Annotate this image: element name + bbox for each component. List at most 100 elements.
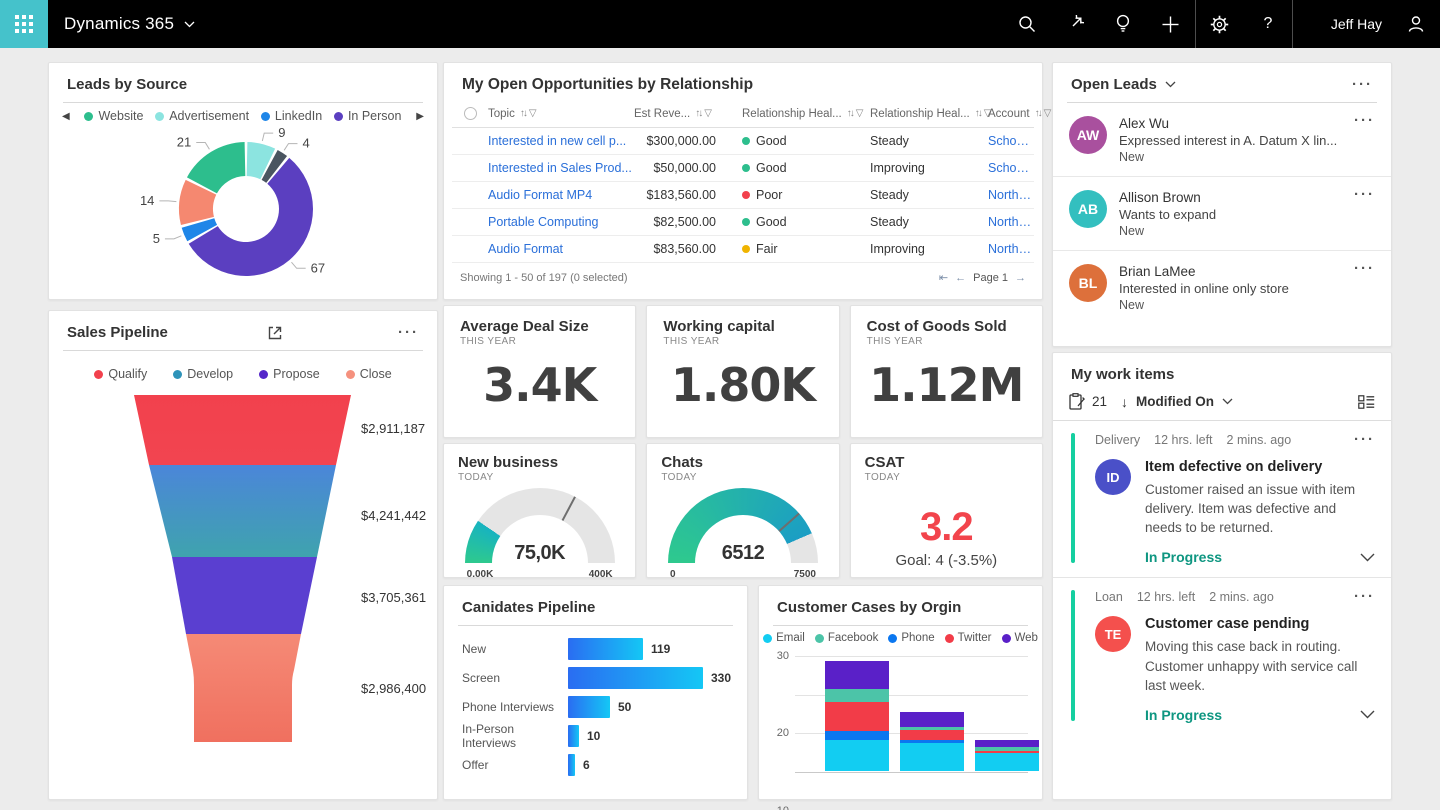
insights-button[interactable] [1099,0,1147,48]
customer-cases-stacked-chart[interactable]: 3020100 [769,656,1028,786]
sort-by-selector[interactable]: Modified On [1136,394,1214,409]
gauge-chart[interactable]: 75,0K 0.00K 400K [465,488,615,580]
settings-button[interactable] [1196,0,1244,48]
lead-list-item[interactable]: AB Allison Brown Wants to expand New ··· [1053,177,1391,251]
sort-icon[interactable]: ↑↓ [847,108,853,119]
legend-item-propose[interactable]: Propose [259,367,320,381]
funnel-stage-develop[interactable] [149,465,336,557]
filter-icon[interactable]: ▽ [1044,108,1052,119]
stack-segment-email[interactable] [900,743,964,771]
legend-item-twitter[interactable]: Twitter [945,632,992,644]
funnel-stage-propose[interactable] [172,557,317,634]
work-item-title[interactable]: Customer case pending [1145,616,1375,632]
next-page-icon[interactable]: → [1015,272,1026,284]
expand-button[interactable] [1360,553,1375,562]
legend-item-close[interactable]: Close [346,367,392,381]
leads-donut-chart[interactable]: 946751421 [49,125,439,285]
filter-icon[interactable]: ▽ [704,108,712,119]
stack-segment-facebook[interactable] [825,689,889,702]
bar[interactable] [568,725,579,747]
funnel-stage-close[interactable] [186,634,301,742]
table-row[interactable]: Audio Format $83,560.00 Fair Improving N… [452,236,1034,263]
account-link[interactable]: Northwind Trad... [988,242,1034,256]
topic-link[interactable]: Interested in Sales Prod... [488,161,634,175]
column-header-topic[interactable]: Topic↑↓▽ [488,108,634,120]
chevron-down-icon[interactable] [1165,81,1176,88]
stack-segment-twitter[interactable] [900,730,964,739]
sales-funnel-chart[interactable]: $2,911,187$4,241,442$3,705,361$2,986,400 [49,385,439,765]
legend-item-qualify[interactable]: Qualify [94,367,147,381]
legend-item-website[interactable]: Website [84,109,143,123]
app-switcher-chevron-icon[interactable] [184,21,195,28]
prev-page-icon[interactable]: ← [955,272,966,284]
user-name[interactable]: Jeff Hay [1331,16,1382,32]
app-launcher-button[interactable] [0,0,48,48]
work-item-title[interactable]: Item defective on delivery [1145,459,1375,475]
account-button[interactable] [1392,0,1440,48]
table-row[interactable]: Portable Computing $82,500.00 Good Stead… [452,209,1034,236]
bar[interactable] [568,696,610,718]
lead-name[interactable]: Allison Brown [1119,190,1354,205]
filter-icon[interactable]: ▽ [856,108,864,119]
legend-item-in-person[interactable]: In Person [334,109,402,123]
account-link[interactable]: Northwind Trad... [988,215,1034,229]
create-new-button[interactable] [1147,0,1195,48]
stacked-bar[interactable] [825,661,889,771]
sort-descending-icon[interactable]: ↓ [1121,394,1128,410]
lead-more-button[interactable]: ··· [1354,264,1375,312]
account-link[interactable]: School of Fine Art [988,134,1034,148]
legend-item-develop[interactable]: Develop [173,367,233,381]
select-all-checkbox[interactable] [464,107,477,120]
candidates-bar-row[interactable]: Phone Interviews50 [462,696,731,718]
legend-item-facebook[interactable]: Facebook [815,632,879,644]
sort-icon[interactable]: ↑↓ [695,108,701,119]
column-header-est-revenue[interactable]: Est Reve...↑↓▽ [634,108,742,120]
first-page-icon[interactable]: ⇤ [939,271,948,284]
account-link[interactable]: School of Fine Art [988,161,1034,175]
bar[interactable] [568,667,703,689]
lead-name[interactable]: Brian LaMee [1119,264,1354,279]
lead-more-button[interactable]: ··· [1354,116,1375,164]
gauge-chart[interactable]: 6512 0 7500 [668,488,818,580]
sort-icon[interactable]: ↑↓ [520,108,526,119]
stack-segment-phone[interactable] [825,731,889,740]
topic-link[interactable]: Portable Computing [488,215,634,229]
candidates-bar-chart[interactable]: New119Screen330Phone Interviews50In-Pers… [444,626,747,776]
lead-list-item[interactable]: BL Brian LaMee Interested in online only… [1053,251,1391,324]
lead-list-item[interactable]: AW Alex Wu Expressed interest in A. Datu… [1053,103,1391,177]
table-row[interactable]: Interested in new cell p... $300,000.00 … [452,128,1034,155]
table-row[interactable]: Audio Format MP4 $183,560.00 Poor Steady… [452,182,1034,209]
help-button[interactable]: ? [1244,0,1292,48]
work-item-status[interactable]: In Progress [1145,707,1222,723]
funnel-stage-qualify[interactable] [134,395,351,465]
legend-next-icon[interactable]: ▶ [413,111,427,122]
table-row[interactable]: Interested in Sales Prod... $50,000.00 G… [452,155,1034,182]
legend-item-email[interactable]: Email [763,632,805,644]
candidates-bar-row[interactable]: Offer6 [462,754,731,776]
topic-link[interactable]: Interested in new cell p... [488,134,634,148]
work-item-status[interactable]: In Progress [1145,549,1222,565]
popout-button[interactable] [267,325,283,341]
stack-segment-web[interactable] [825,661,889,689]
lead-more-button[interactable]: ··· [1354,190,1375,238]
chevron-down-icon[interactable] [1222,398,1233,405]
stack-segment-web[interactable] [900,712,964,727]
stack-segment-twitter[interactable] [825,702,889,731]
stack-segment-email[interactable] [975,753,1039,771]
filter-icon[interactable]: ▽ [529,108,537,119]
stack-segment-web[interactable] [975,740,1039,747]
column-header-relationship-health[interactable]: Relationship Heal...↑↓▽ [742,108,870,120]
lead-name[interactable]: Alex Wu [1119,116,1354,131]
bar[interactable] [568,638,643,660]
work-item-more-button[interactable]: ··· [1354,592,1375,602]
column-header-account[interactable]: Account↑↓▽ [988,108,1051,120]
column-header-relationship-trend[interactable]: Relationship Heal...↑↓▽ [870,108,988,120]
more-options-button[interactable]: ··· [1352,80,1373,90]
quick-launch-button[interactable] [1051,0,1099,48]
topic-link[interactable]: Audio Format MP4 [488,188,634,202]
account-link[interactable]: Northwind Trad... [988,188,1034,202]
topic-link[interactable]: Audio Format [488,242,634,256]
legend-prev-icon[interactable]: ◀ [59,111,73,122]
expand-button[interactable] [1360,710,1375,719]
more-options-button[interactable]: ··· [398,328,419,338]
